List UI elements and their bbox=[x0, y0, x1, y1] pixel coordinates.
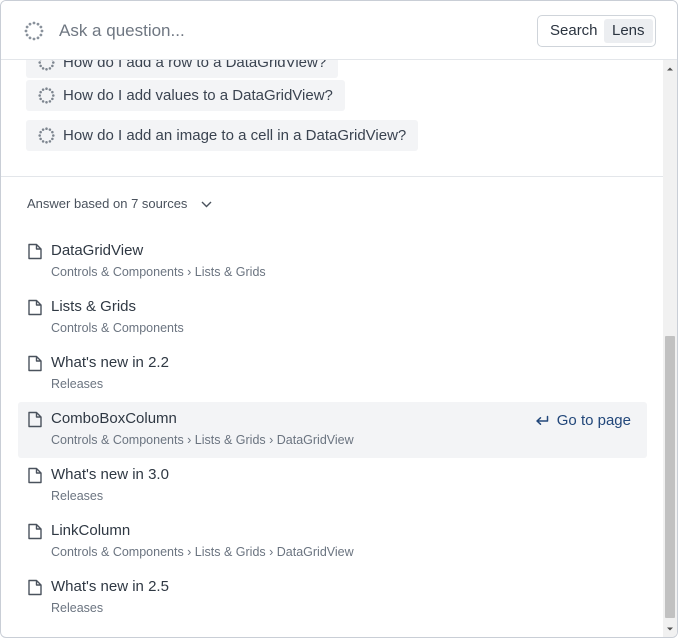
document-icon bbox=[28, 523, 42, 540]
suggestion-chip[interactable]: How do I add an image to a cell in a Dat… bbox=[26, 120, 419, 151]
scroll-up-arrow-icon[interactable] bbox=[665, 64, 675, 74]
source-title: LinkColumn bbox=[51, 522, 131, 539]
sources-count-label: Answer based on 7 sources bbox=[27, 196, 188, 211]
chevron-down-icon bbox=[201, 201, 212, 208]
scroll-down-arrow-icon[interactable] bbox=[665, 624, 675, 634]
source-item[interactable]: DataGridView Controls & Components › Lis… bbox=[18, 234, 647, 290]
source-item[interactable]: What's new in 2.2 Releases bbox=[18, 346, 647, 402]
spinner-icon bbox=[38, 60, 55, 71]
source-path: Releases bbox=[51, 601, 104, 615]
source-item[interactable]: What's new in 2.5 Releases bbox=[18, 570, 647, 626]
document-icon bbox=[28, 299, 42, 316]
document-icon bbox=[28, 243, 42, 260]
source-path: Releases bbox=[51, 377, 104, 391]
source-title: Lists & Grids bbox=[51, 298, 137, 315]
document-icon bbox=[28, 355, 42, 372]
document-icon bbox=[28, 411, 42, 428]
suggestion-text: How do I add values to a DataGridView? bbox=[63, 87, 333, 104]
go-to-page-label: Go to page bbox=[556, 412, 631, 429]
search-input[interactable] bbox=[59, 18, 519, 44]
sources-toggle[interactable]: Answer based on 7 sources bbox=[27, 196, 212, 211]
source-path: Controls & Components › Lists & Grids bbox=[51, 265, 266, 279]
source-title: What's new in 2.2 bbox=[51, 354, 169, 371]
source-item[interactable]: LinkColumn Controls & Components › Lists… bbox=[18, 514, 647, 570]
document-icon bbox=[28, 467, 42, 484]
suggestion-text: How do I add an image to a cell in a Dat… bbox=[63, 127, 407, 144]
document-icon bbox=[28, 579, 42, 596]
source-title: What's new in 2.5 bbox=[51, 578, 169, 595]
vertical-scrollbar[interactable] bbox=[663, 60, 677, 637]
source-item[interactable]: What's new in 3.0 Releases bbox=[18, 458, 647, 514]
source-title: DataGridView bbox=[51, 242, 144, 259]
source-path: Controls & Components › Lists & Grids › … bbox=[51, 433, 354, 447]
search-mode-button[interactable]: Search bbox=[542, 19, 606, 43]
source-path: Releases bbox=[51, 489, 104, 503]
search-mode-toggle: Search Lens bbox=[537, 15, 656, 47]
source-title: ComboBoxColumn bbox=[51, 410, 177, 427]
go-to-page-link[interactable]: Go to page bbox=[535, 412, 631, 429]
lens-mode-button[interactable]: Lens bbox=[604, 19, 653, 43]
section-divider bbox=[1, 176, 663, 177]
spinner-icon bbox=[38, 87, 55, 104]
scrollbar-thumb[interactable] bbox=[665, 336, 675, 618]
suggestion-text: How do I add a row to a DataGridView? bbox=[63, 60, 327, 71]
search-header: Search Lens bbox=[1, 1, 677, 60]
source-title: What's new in 3.0 bbox=[51, 466, 169, 483]
spinner-icon bbox=[24, 21, 44, 41]
source-item-highlighted[interactable]: ComboBoxColumn Controls & Components › L… bbox=[18, 402, 647, 458]
return-arrow-icon bbox=[536, 415, 549, 425]
source-path: Controls & Components › Lists & Grids › … bbox=[51, 545, 354, 559]
suggestion-chip[interactable]: How do I add values to a DataGridView? bbox=[26, 80, 345, 111]
spinner-icon bbox=[38, 127, 55, 144]
source-path: Controls & Components bbox=[51, 321, 184, 335]
suggestion-chip[interactable]: How do I add a row to a DataGridView? bbox=[26, 60, 339, 78]
source-item[interactable]: Lists & Grids Controls & Components bbox=[18, 290, 647, 346]
search-dialog: Search Lens How do I add a row to a Data… bbox=[0, 0, 678, 638]
results-panel: How do I add a row to a DataGridView? Ho… bbox=[1, 60, 663, 637]
